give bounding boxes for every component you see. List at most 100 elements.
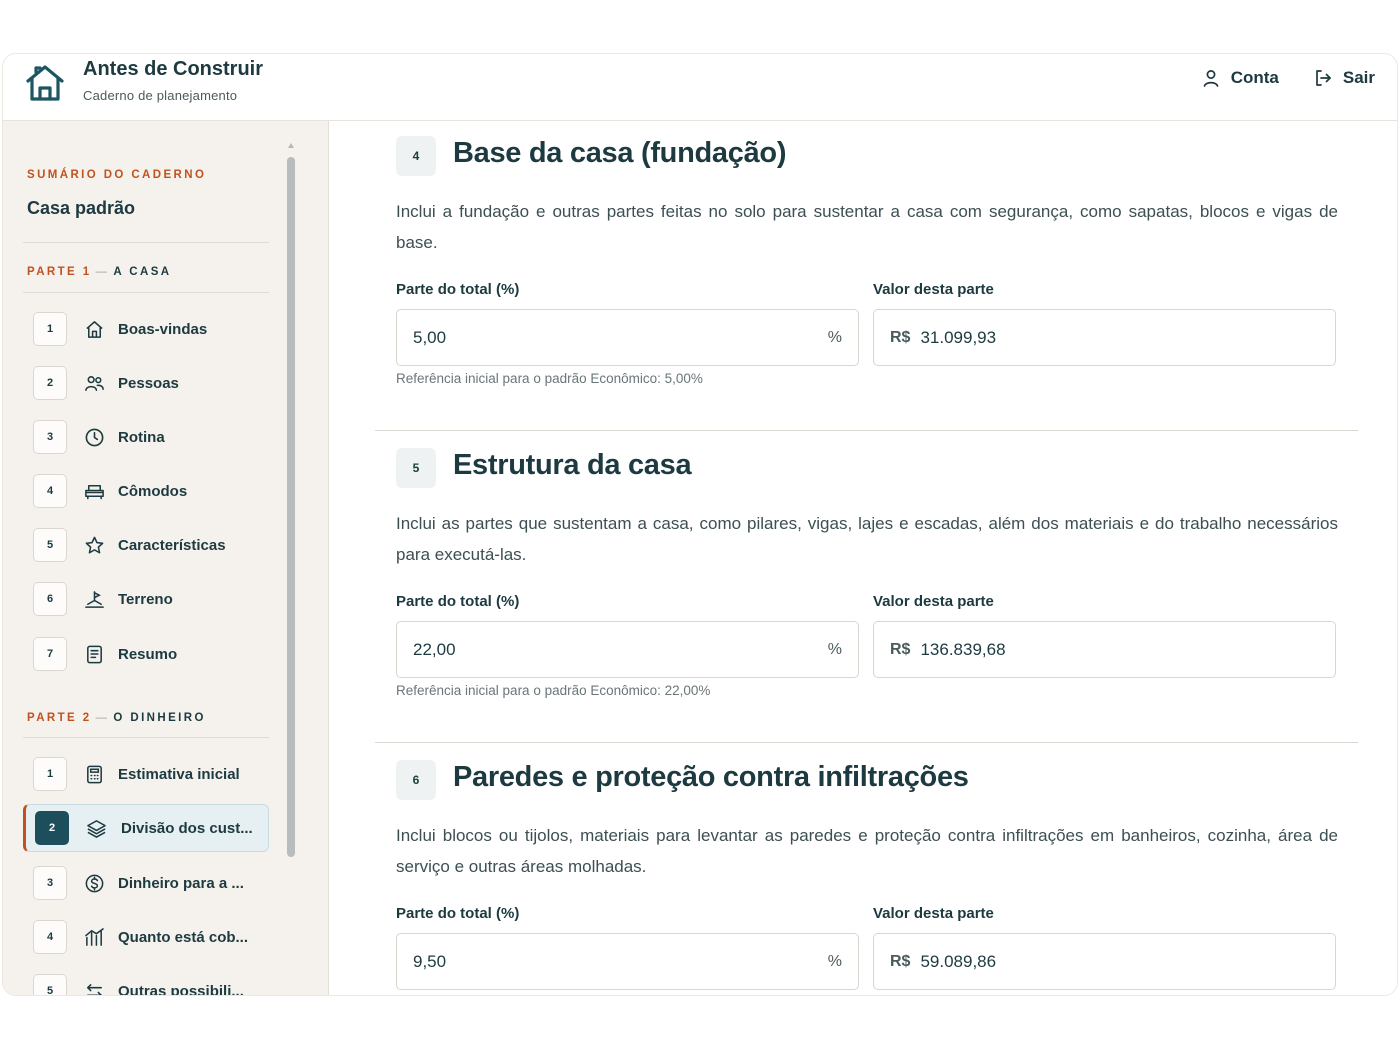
dollar-icon <box>83 872 105 894</box>
percent-field-label: Parte do total (%) <box>396 905 520 922</box>
swap-icon <box>83 980 105 995</box>
item-number: 2 <box>33 366 67 400</box>
section-divider <box>375 430 1358 431</box>
value-field: R$ 59.089,86 <box>873 933 1336 990</box>
sidebar-item-label: Terreno <box>118 590 173 608</box>
part2-prefix: PARTE 2 <box>27 712 92 724</box>
top-nav: Conta Sair <box>1201 68 1375 88</box>
chart-icon <box>83 926 105 948</box>
section-number: 4 <box>396 136 436 176</box>
people-icon <box>83 372 105 394</box>
percent-field-label: Parte do total (%) <box>396 593 520 610</box>
section-title: Base da casa (fundação) <box>453 137 787 169</box>
section-title: Estrutura da casa <box>453 449 692 481</box>
value-amount: 59.089,86 <box>920 951 997 971</box>
sidebar-item-pessoas[interactable]: 2 Pessoas <box>23 359 269 407</box>
item-number: 7 <box>33 637 67 671</box>
value-field: R$ 136.839,68 <box>873 621 1336 678</box>
app-subtitle: Caderno de planejamento <box>83 88 238 103</box>
section-description: Inclui a fundação e outras partes feitas… <box>396 202 1338 252</box>
section-number: 6 <box>396 760 436 800</box>
sidebar-item-label: Resumo <box>118 645 178 663</box>
sidebar-item-label: Características <box>118 536 226 554</box>
item-number: 1 <box>33 312 67 346</box>
sidebar-item-label: Outras possibili... <box>118 982 244 996</box>
sidebar-item-resumo[interactable]: 7 Resumo <box>23 630 269 678</box>
percent-unit: % <box>827 952 842 970</box>
main-content: 4 Base da casa (fundação) Inclui a funda… <box>330 121 1397 995</box>
sidebar-item-estimativa-inicial[interactable]: 1 Estimativa inicial <box>23 750 269 798</box>
layers-icon <box>85 817 107 839</box>
sidebar-item-label: Cômodos <box>118 482 188 500</box>
sidebar-item-comodos[interactable]: 4 Cômodos <box>23 467 269 515</box>
sidebar: SUMÁRIO DO CADERNO Casa padrão PARTE 1— A… <box>3 121 329 996</box>
scrollbar-thumb[interactable] <box>287 157 295 857</box>
percent-input[interactable]: 9,50 % <box>396 933 859 990</box>
currency-prefix: R$ <box>890 328 911 346</box>
sidebar-item-rotina[interactable]: 3 Rotina <box>23 413 269 461</box>
reference-hint: Referência inicial para o padrão Econômi… <box>396 683 711 698</box>
sidebar-item-label: Pessoas <box>118 374 179 392</box>
sidebar-item-label: Quanto está cob... <box>118 928 249 946</box>
sidebar-item-outras-possibilidades[interactable]: 5 Outras possibili... <box>23 967 269 996</box>
part1-prefix: PARTE 1 <box>27 266 92 278</box>
item-number: 6 <box>33 582 67 616</box>
part1-name: A CASA <box>113 266 172 278</box>
sidebar-item-quanto-esta-coberto[interactable]: 4 Quanto está cob... <box>23 913 269 961</box>
item-number: 4 <box>33 920 67 954</box>
account-label: Conta <box>1230 68 1279 87</box>
calculator-icon <box>83 763 105 785</box>
section-number: 5 <box>396 448 436 488</box>
sidebar-item-divisao-dos-custos[interactable]: 2 Divisão dos cust... <box>23 804 269 852</box>
section-title: Paredes e proteção contra infiltrações <box>453 761 969 793</box>
percent-value: 9,50 <box>413 951 447 971</box>
logout-icon <box>1316 70 1331 86</box>
sidebar-scrollbar[interactable] <box>287 143 295 859</box>
part2-name: O DINHEIRO <box>113 712 206 724</box>
value-amount: 31.099,93 <box>920 327 997 347</box>
sidebar-item-label: Dinheiro para a ... <box>118 874 244 892</box>
summary-heading: SUMÁRIO DO CADERNO <box>27 169 207 181</box>
terrain-icon <box>83 588 105 610</box>
sofa-icon <box>83 480 105 502</box>
app-title: Antes de Construir <box>83 58 264 80</box>
section-description: Inclui blocos ou tijolos, materiais para… <box>396 826 1338 876</box>
percent-input[interactable]: 22,00 % <box>396 621 859 678</box>
item-number: 3 <box>33 866 67 900</box>
sidebar-item-caracteristicas[interactable]: 5 Características <box>23 521 269 569</box>
percent-input[interactable]: 5,00 % <box>396 309 859 366</box>
logout-label: Sair <box>1342 68 1375 87</box>
item-number: 5 <box>33 974 67 995</box>
clock-icon <box>83 426 105 448</box>
sidebar-item-terreno[interactable]: 6 Terreno <box>23 575 269 623</box>
value-field-label: Valor desta parte <box>873 593 994 610</box>
scroll-up-arrow-icon[interactable] <box>288 143 294 148</box>
part2-heading: PARTE 2— O DINHEIRO <box>27 712 206 724</box>
sidebar-item-label: Rotina <box>118 428 165 446</box>
document-icon <box>83 643 105 665</box>
user-icon <box>1203 70 1219 87</box>
currency-prefix: R$ <box>890 640 911 658</box>
section-description: Inclui as partes que sustentam a casa, c… <box>396 514 1338 564</box>
item-number: 1 <box>33 757 67 791</box>
account-button[interactable]: Conta <box>1201 68 1279 88</box>
logout-button[interactable]: Sair <box>1313 68 1375 88</box>
app-window: Antes de Construir Caderno de planejamen… <box>2 53 1398 996</box>
notebook-title: Casa padrão <box>27 198 136 218</box>
percent-unit: % <box>827 640 842 658</box>
house-logo-icon[interactable] <box>24 62 66 104</box>
sidebar-item-label: Estimativa inicial <box>118 765 240 783</box>
sidebar-item-dinheiro[interactable]: 3 Dinheiro para a ... <box>23 859 269 907</box>
home-icon <box>83 318 105 340</box>
item-number: 5 <box>33 528 67 562</box>
percent-unit: % <box>827 328 842 346</box>
percent-value: 5,00 <box>413 327 447 347</box>
top-bar: Antes de Construir Caderno de planejamen… <box>3 54 1397 121</box>
sidebar-item-boas-vindas[interactable]: 1 Boas-vindas <box>23 305 269 353</box>
section-divider <box>375 742 1358 743</box>
percent-field-label: Parte do total (%) <box>396 281 520 298</box>
divider <box>23 737 269 738</box>
value-field: R$ 31.099,93 <box>873 309 1336 366</box>
value-field-label: Valor desta parte <box>873 281 994 298</box>
item-number: 3 <box>33 420 67 454</box>
